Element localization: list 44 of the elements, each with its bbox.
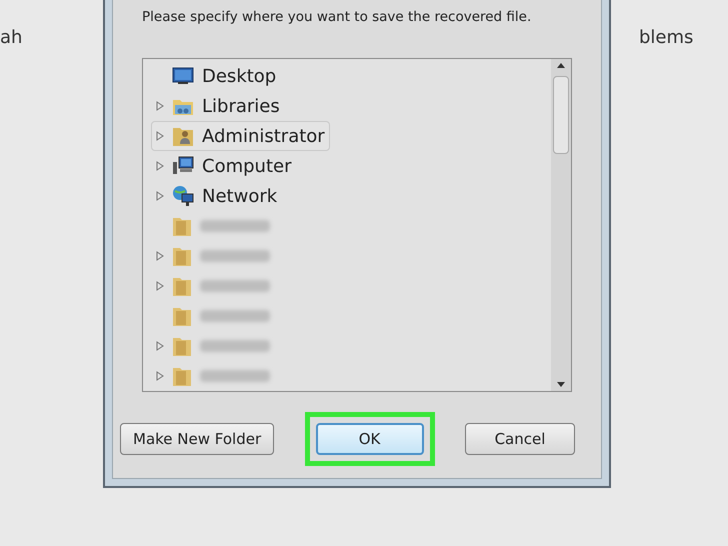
folder-icon [172,365,192,387]
dialog-message: Please specify where you want to save the recovered file. [142,9,532,25]
tree-item[interactable]: Desktop [151,61,282,91]
tree-label: Network [202,184,278,208]
tree-item[interactable]: Computer [151,151,296,181]
expand-arrow-icon[interactable] [156,371,164,381]
scroll-thumb[interactable] [553,76,569,154]
tree-item[interactable]: Administrator [151,121,330,151]
dialog-button[interactable]: Make New Folder [120,423,274,455]
expand-arrow-icon[interactable] [156,251,164,261]
expand-arrow-icon[interactable] [156,341,164,351]
expand-arrow-icon[interactable] [156,101,164,111]
dialog-button[interactable]: OK [316,423,424,455]
background-text: ah [0,27,22,48]
scroll-down-icon[interactable] [557,382,565,387]
blurred-label [200,280,270,292]
user-folder-icon [172,125,194,147]
blurred-label [200,340,270,352]
blurred-label [200,310,270,322]
folder-icon [172,275,192,297]
expand-arrow-icon[interactable] [156,131,164,141]
folder-icon [172,245,192,267]
folder-icon [172,305,192,327]
folder-icon [172,335,192,357]
tree-label: Libraries [202,94,280,118]
computer-icon [172,156,194,176]
blurred-label [200,370,270,382]
background-text: blems [639,27,694,48]
expand-arrow-icon[interactable] [156,281,164,291]
expand-arrow-icon[interactable] [156,161,164,171]
tree-label: Administrator [202,124,325,148]
blurred-label [200,220,270,232]
dialog-button[interactable]: Cancel [465,423,575,455]
scrollbar[interactable] [551,59,571,391]
monitor-icon [172,67,194,85]
tree-item[interactable]: Network [151,181,282,211]
tree-label: Computer [202,154,292,178]
blurred-label [200,250,270,262]
scroll-up-icon[interactable] [557,63,565,68]
expand-arrow-icon[interactable] [156,191,164,201]
network-globe-icon [172,185,194,207]
tree-item[interactable]: Libraries [151,91,285,121]
folder-icon [172,215,192,237]
tree-label: Desktop [202,64,276,88]
